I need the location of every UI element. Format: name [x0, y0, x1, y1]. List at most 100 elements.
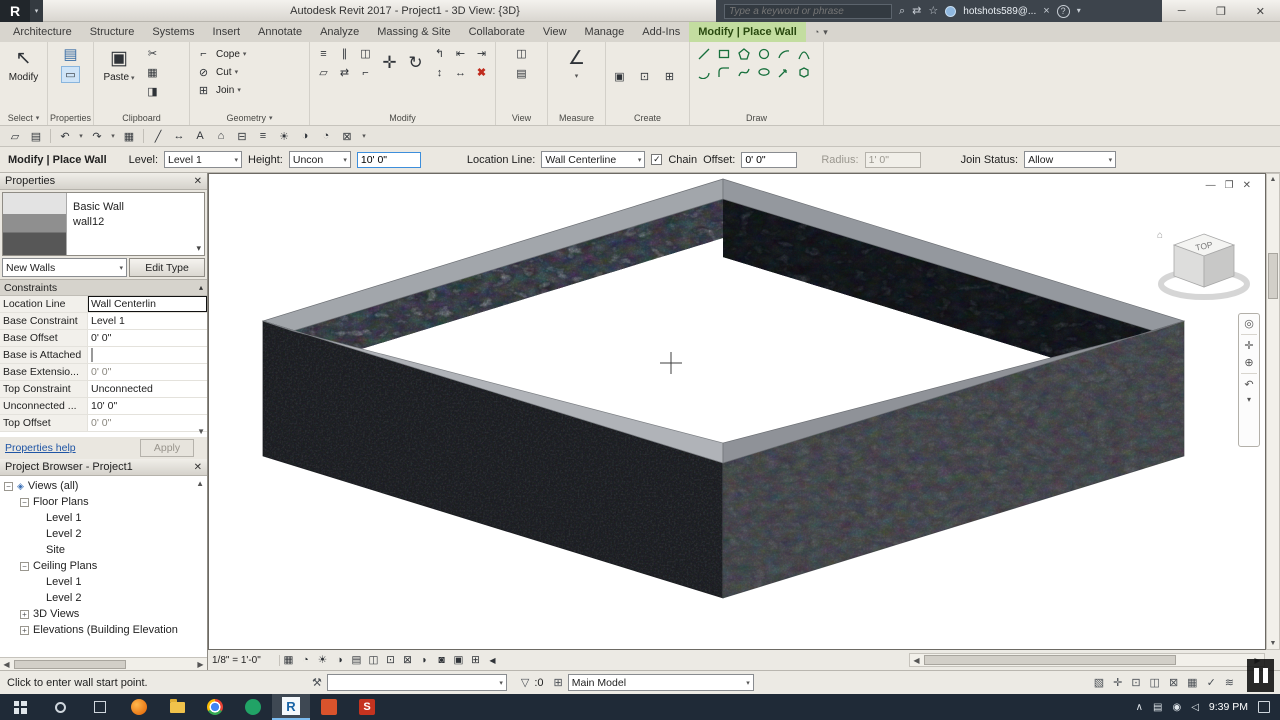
- view-restore-icon[interactable]: ❐: [1225, 180, 1234, 191]
- section-collapse-icon[interactable]: ▴: [199, 283, 203, 292]
- steering-wheel-icon[interactable]: ◎: [1244, 317, 1254, 330]
- expander-collapse-icon[interactable]: −: [20, 497, 29, 507]
- navbar-chevron-icon[interactable]: ▾: [1247, 395, 1251, 404]
- tab-architecture[interactable]: Architecture: [4, 22, 81, 42]
- line-tool-icon[interactable]: [694, 45, 713, 62]
- ribbon-cycle-icon[interactable]: ◔: [814, 27, 819, 37]
- scroll-left-icon[interactable]: ◀: [910, 656, 923, 665]
- center-arc-tool-icon[interactable]: [794, 45, 813, 62]
- save-icon[interactable]: ▤: [26, 128, 46, 145]
- create-assembly-icon[interactable]: ⊞: [660, 68, 679, 85]
- design-options-icon[interactable]: ⊞: [554, 676, 563, 689]
- tree-item-level-1[interactable]: Level 1: [0, 510, 207, 526]
- revit-logo-icon[interactable]: R: [0, 0, 30, 22]
- property-value[interactable]: Level 1: [88, 313, 207, 329]
- tab-annotate[interactable]: Annotate: [249, 22, 311, 42]
- selection-filter-icon[interactable]: ▽: [521, 676, 529, 689]
- measure-qat-icon[interactable]: ╱: [148, 128, 168, 145]
- render-dialog-icon[interactable]: ▤: [348, 652, 365, 668]
- panel-caption-select[interactable]: Select ▾: [0, 111, 47, 125]
- copy-icon[interactable]: ▦: [143, 64, 162, 81]
- tray-app-icon[interactable]: ▤: [1153, 702, 1162, 713]
- panel-caption-geometry[interactable]: Geometry ▾: [190, 111, 309, 125]
- 3d-view-canvas[interactable]: ⌂ TOP — ❐ ✕ ◎ ✛ ⊕ ↶ ▾: [208, 173, 1266, 650]
- apply-button[interactable]: Apply: [140, 439, 194, 457]
- redo-icon[interactable]: ↷: [87, 128, 107, 145]
- ellipse-tool-icon[interactable]: [754, 63, 773, 80]
- viewcube-home-icon[interactable]: ⌂: [1157, 230, 1163, 241]
- taskbar-app-s[interactable]: S: [348, 694, 386, 720]
- volume-icon[interactable]: ◁: [1191, 702, 1199, 713]
- cut-geometry-button[interactable]: ⊘ Cut ▾: [194, 63, 238, 81]
- chevron-down-icon[interactable]: ▾: [823, 27, 828, 38]
- zoom-icon[interactable]: ⊕: [1244, 356, 1253, 369]
- tab-view[interactable]: View: [534, 22, 576, 42]
- type-selector-chevron-icon[interactable]: ▾: [196, 243, 201, 254]
- background-processes-icon[interactable]: ≋: [1225, 676, 1234, 689]
- render-icon[interactable]: ◔: [316, 128, 336, 145]
- fillet-arc-tool-icon[interactable]: [714, 63, 733, 80]
- detail-level-icon[interactable]: ▦: [280, 652, 297, 668]
- exclude-options-icon[interactable]: ▧: [1094, 676, 1104, 689]
- worksets-select[interactable]: ▾: [326, 674, 507, 691]
- property-value[interactable]: 0' 0": [88, 330, 207, 346]
- tangent-arc-tool-icon[interactable]: [694, 63, 713, 80]
- task-view-button[interactable]: [80, 694, 120, 720]
- tab-manage[interactable]: Manage: [576, 22, 634, 42]
- exchange-apps-icon[interactable]: ⇄: [912, 0, 921, 22]
- wall-near-right-face[interactable]: [722, 320, 1185, 599]
- select-underlay-icon[interactable]: ◫: [1150, 676, 1160, 689]
- scrollbar-thumb[interactable]: [924, 655, 1176, 665]
- cortana-search-button[interactable]: [40, 694, 80, 720]
- properties-close-icon[interactable]: ✕: [194, 176, 202, 187]
- create-group-icon[interactable]: ▣: [610, 68, 629, 85]
- align-icon[interactable]: ≡: [314, 45, 333, 62]
- scroll-left-icon[interactable]: ◀: [0, 660, 13, 669]
- start-button[interactable]: [0, 694, 40, 720]
- view-scale-button[interactable]: 1/8" = 1'-0": [208, 654, 280, 666]
- constraints-section-header[interactable]: Constraints ▴: [0, 280, 207, 296]
- override-graphics-icon[interactable]: ▤: [512, 65, 531, 82]
- delete-icon[interactable]: ✖: [472, 64, 491, 81]
- property-value[interactable]: Unconnected: [88, 381, 207, 397]
- thin-lines-icon[interactable]: ≡: [253, 128, 273, 145]
- tree-item-ceiling-level-2[interactable]: Level 2: [0, 590, 207, 606]
- visual-style-icon[interactable]: ◔: [297, 652, 314, 668]
- tab-massing-site[interactable]: Massing & Site: [368, 22, 459, 42]
- expander-collapse-icon[interactable]: −: [4, 481, 13, 491]
- default-3d-view-icon[interactable]: ⌂: [211, 128, 231, 145]
- sun-path-icon[interactable]: ☀: [314, 652, 331, 668]
- offset-input[interactable]: [741, 151, 798, 168]
- temporary-hide-icon[interactable]: ◗: [416, 652, 433, 668]
- rectangle-tool-icon[interactable]: [714, 45, 733, 62]
- chain-checkbox[interactable]: ✓: [651, 154, 663, 165]
- vcb-collapse-icon[interactable]: ◀: [484, 652, 501, 668]
- scrollbar-thumb[interactable]: [14, 659, 126, 669]
- trim-multiple-icon[interactable]: ⇥: [472, 45, 491, 62]
- modify-tool-button[interactable]: ↖ Modify: [4, 45, 43, 83]
- trim-single-icon[interactable]: ⇤: [451, 45, 470, 62]
- tab-analyze[interactable]: Analyze: [311, 22, 368, 42]
- properties-header[interactable]: Properties ✕: [0, 173, 207, 190]
- search-binoculars-icon[interactable]: ⌕: [899, 0, 905, 22]
- sun-settings-icon[interactable]: ☀: [274, 128, 294, 145]
- taskbar-app-green[interactable]: [234, 694, 272, 720]
- tree-item-elevations[interactable]: + Elevations (Building Elevation: [0, 622, 207, 638]
- clock[interactable]: 9:39 PM: [1209, 701, 1248, 713]
- pick-lines-tool-icon[interactable]: [774, 63, 793, 80]
- tree-item-floor-plans[interactable]: − Floor Plans: [0, 494, 207, 510]
- show-crop-region-icon[interactable]: ⊡: [382, 652, 399, 668]
- design-options-select[interactable]: Main Model ▾: [567, 674, 754, 691]
- scale-icon[interactable]: ⌐: [356, 64, 375, 81]
- tab-insert[interactable]: Insert: [204, 22, 250, 42]
- expander-expand-icon[interactable]: +: [20, 625, 29, 635]
- type-selector[interactable]: Basic Wall wall12 ▾: [2, 192, 205, 256]
- tree-scroll-up-icon[interactable]: ▲: [196, 479, 204, 488]
- sign-out-icon[interactable]: ×: [1043, 0, 1049, 22]
- tab-collaborate[interactable]: Collaborate: [460, 22, 534, 42]
- shadows-icon[interactable]: ◑: [295, 128, 315, 145]
- tree-item-views-all[interactable]: − ◈ Views (all): [0, 478, 207, 494]
- ribbon-display-toggle[interactable]: ◔ ▾: [814, 22, 828, 42]
- scrollbar-thumb[interactable]: [1268, 253, 1278, 299]
- cut-icon[interactable]: ✂: [143, 45, 162, 62]
